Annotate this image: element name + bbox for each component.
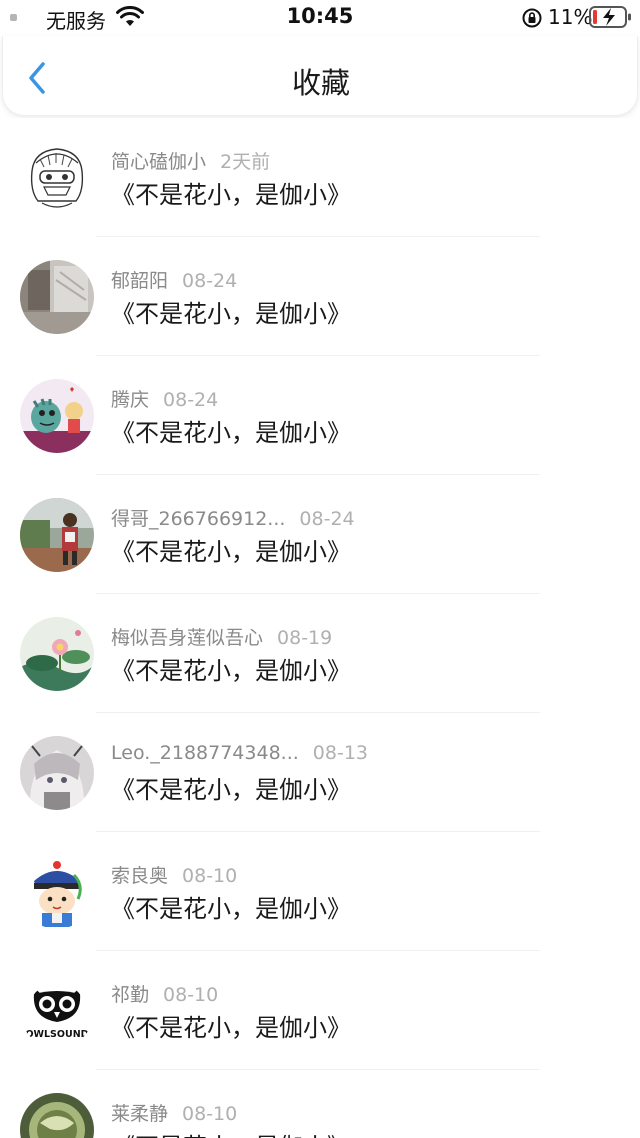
timestamp: 08-10 (182, 865, 238, 887)
user-name[interactable]: 索良奥 (111, 865, 168, 887)
list-item[interactable]: 莱柔静 08-10 《不是花小，是伽小》 (0, 1070, 640, 1138)
item-content[interactable]: 《不是花小，是伽小》 (111, 413, 351, 448)
item-content[interactable]: 《不是花小，是伽小》 (111, 1008, 351, 1043)
avatar[interactable] (20, 379, 94, 453)
status-bar: 无服务 10:45 11% (0, 0, 640, 36)
item-meta: 得哥_266766912... 08-24 (111, 504, 355, 531)
list-item[interactable]: 索良奥 08-10 《不是花小，是伽小》 (0, 832, 640, 951)
item-content[interactable]: 《不是花小，是伽小》 (111, 889, 351, 924)
item-meta: 索良奥 08-10 (111, 861, 237, 888)
timestamp: 08-10 (182, 1103, 238, 1125)
avatar[interactable] (20, 855, 94, 929)
user-name[interactable]: 腾庆 (111, 389, 149, 411)
item-content[interactable]: 《不是花小，是伽小》 (111, 175, 351, 210)
user-name[interactable]: 郁韶阳 (111, 270, 168, 292)
item-meta: 腾庆 08-24 (111, 385, 218, 412)
user-name[interactable]: 梅似吾身莲似吾心 (111, 627, 263, 649)
avatar[interactable] (20, 498, 94, 572)
user-name[interactable]: 莱柔静 (111, 1103, 168, 1125)
timestamp: 2天前 (220, 151, 271, 173)
item-content[interactable]: 《不是花小，是伽小》 (111, 1127, 351, 1138)
timestamp: 08-10 (163, 984, 219, 1006)
item-content[interactable]: 《不是花小，是伽小》 (111, 294, 351, 329)
rotation-lock-icon (522, 8, 542, 28)
favorites-list[interactable]: 简心磕伽小 2天前 《不是花小，是伽小》 郁韶阳 08-24 《不是花小，是伽小》 (0, 118, 640, 1138)
item-content[interactable]: 《不是花小，是伽小》 (111, 532, 351, 567)
item-content[interactable]: 《不是花小，是伽小》 (111, 651, 351, 686)
list-item[interactable]: 得哥_266766912... 08-24 《不是花小，是伽小》 (0, 475, 640, 594)
timestamp: 08-24 (299, 508, 355, 530)
item-content[interactable]: 《不是花小，是伽小》 (111, 770, 351, 805)
user-name[interactable]: 祁勤 (111, 984, 149, 1006)
avatar[interactable] (20, 141, 94, 215)
navigation-bar: 收藏 (2, 36, 638, 116)
list-item[interactable]: 梅似吾身莲似吾心 08-19 《不是花小，是伽小》 (0, 594, 640, 713)
item-meta: Leo._2188774348... 08-13 (111, 742, 368, 764)
timestamp: 08-24 (163, 389, 219, 411)
owlsound-logo-text: OWLSOUND (25, 1029, 88, 1040)
list-item[interactable]: OWLSOUND 祁勤 08-10 《不是花小，是伽小》 (0, 951, 640, 1070)
list-item[interactable]: 腾庆 08-24 《不是花小，是伽小》 (0, 356, 640, 475)
item-meta: 祁勤 08-10 (111, 980, 218, 1007)
user-name[interactable]: 简心磕伽小 (111, 151, 206, 173)
timestamp: 08-19 (277, 627, 333, 649)
avatar[interactable]: OWLSOUND (20, 974, 94, 1048)
item-meta: 简心磕伽小 2天前 (111, 147, 270, 174)
avatar[interactable] (20, 736, 94, 810)
timestamp: 08-24 (182, 270, 238, 292)
battery-charging-icon (589, 6, 631, 28)
page-title: 收藏 (291, 66, 350, 100)
item-meta: 郁韶阳 08-24 (111, 266, 237, 293)
list-item[interactable]: 郁韶阳 08-24 《不是花小，是伽小》 (0, 237, 640, 356)
avatar[interactable] (20, 617, 94, 691)
list-item[interactable]: Leo._2188774348... 08-13 《不是花小，是伽小》 (0, 713, 640, 832)
item-meta: 莱柔静 08-10 (111, 1099, 237, 1126)
battery-percent: 11% (548, 5, 593, 29)
timestamp: 08-13 (312, 742, 368, 764)
avatar[interactable] (20, 260, 94, 334)
user-name[interactable]: 得哥_266766912... (111, 508, 285, 530)
list-item[interactable]: 简心磕伽小 2天前 《不是花小，是伽小》 (0, 118, 640, 237)
avatar[interactable] (20, 1093, 94, 1138)
item-meta: 梅似吾身莲似吾心 08-19 (111, 623, 332, 650)
user-name[interactable]: Leo._2188774348... (111, 742, 299, 764)
clock: 10:45 (286, 4, 354, 28)
